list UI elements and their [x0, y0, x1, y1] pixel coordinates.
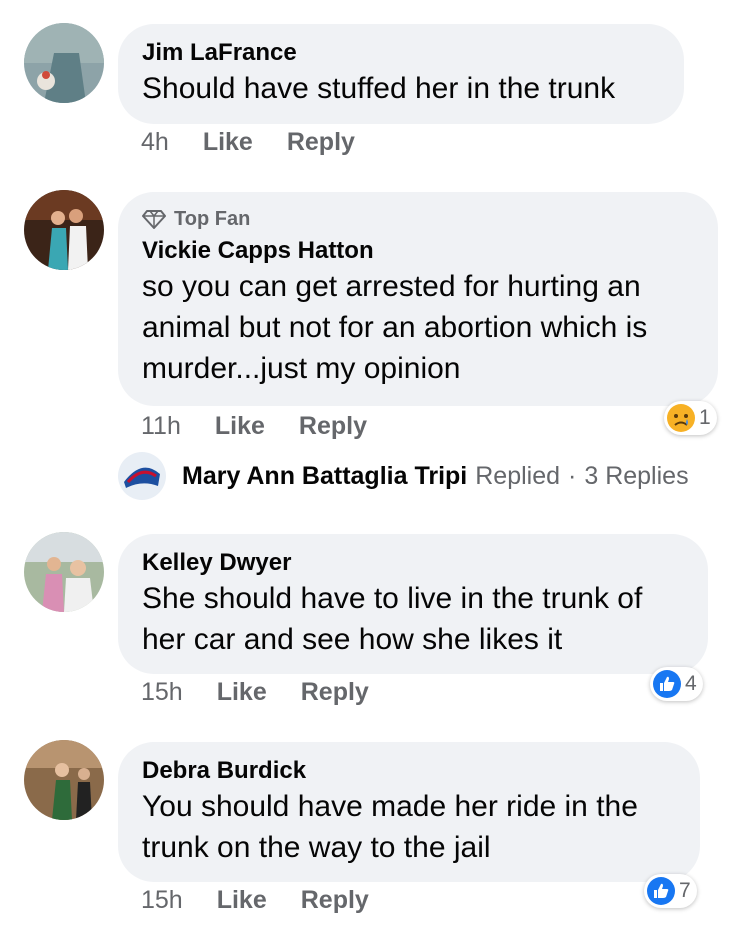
avatar-vickie-capps-hatton[interactable]: [24, 190, 104, 270]
comment-bubble: Kelley Dwyer She should have to live in …: [118, 534, 708, 674]
avatar-debra-burdick[interactable]: [24, 740, 104, 820]
comment-actions: 15h Like Reply: [141, 678, 403, 707]
comment-text-line: murder...just my opinion: [142, 352, 461, 385]
comment-author[interactable]: Jim LaFrance: [142, 38, 660, 68]
avatar-mary-ann-battaglia-tripi: [118, 452, 166, 500]
comment-actions: 4h Like Reply: [141, 128, 389, 157]
comment-actions: 15h Like Reply: [141, 886, 403, 915]
comment-author[interactable]: Vickie Capps Hatton: [142, 236, 694, 266]
comment-text-line: You should have made her ride in the: [142, 790, 638, 823]
thumbs-up-icon: [652, 669, 682, 699]
like-button[interactable]: Like: [215, 412, 265, 441]
diamond-icon: [142, 210, 166, 229]
replies-count[interactable]: 3 Replies: [584, 462, 688, 491]
avatar-jim-lafrance[interactable]: [24, 23, 104, 103]
comment-text-line: her car and see how she likes it: [142, 623, 563, 656]
reaction-count: 1: [699, 406, 711, 429]
thumbs-up-icon: [646, 876, 676, 906]
reply-author[interactable]: Mary Ann Battaglia Tripi: [182, 462, 467, 491]
comment-text-line: so you can get arrested for hurting an: [142, 270, 641, 303]
comment-timestamp[interactable]: 15h: [141, 678, 183, 707]
like-button[interactable]: Like: [217, 886, 267, 915]
avatar-kelley-dwyer[interactable]: [24, 532, 104, 612]
comment-bubble: Debra Burdick You should have made her r…: [118, 742, 700, 882]
replied-label: Replied: [475, 461, 561, 490]
reaction-summary[interactable]: 4: [650, 667, 703, 701]
comment-author[interactable]: Kelley Dwyer: [142, 548, 684, 578]
comment-text-line: Should have stuffed her in the trunk: [142, 72, 616, 105]
reply-button[interactable]: Reply: [287, 128, 355, 157]
reaction-summary[interactable]: 7: [644, 874, 697, 908]
comment-text-line: animal but not for an abortion which is: [142, 311, 648, 344]
comment-text-line: trunk on the way to the jail: [142, 831, 491, 864]
comment-actions: 11h Like Reply: [141, 412, 401, 441]
comment-timestamp[interactable]: 4h: [141, 128, 169, 157]
comment-text-line: She should have to live in the trunk of: [142, 582, 643, 615]
reply-button[interactable]: Reply: [299, 412, 367, 441]
sad-emoji-icon: [666, 403, 696, 433]
comment-author[interactable]: Debra Burdick: [142, 756, 676, 786]
separator-dot: ·: [568, 461, 577, 490]
reply-button[interactable]: Reply: [301, 886, 369, 915]
comment-timestamp[interactable]: 11h: [141, 412, 181, 441]
like-button[interactable]: Like: [217, 678, 267, 707]
replies-summary[interactable]: Mary Ann Battaglia Tripi Replied · 3 Rep…: [118, 452, 689, 500]
reaction-summary[interactable]: 1: [664, 401, 717, 435]
comment-bubble: Top Fan Vickie Capps Hatton so you can g…: [118, 192, 718, 406]
reaction-count: 4: [685, 672, 697, 695]
top-fan-label: Top Fan: [174, 207, 251, 230]
like-button[interactable]: Like: [203, 128, 253, 157]
comment-timestamp[interactable]: 15h: [141, 886, 183, 915]
top-fan-badge: Top Fan: [142, 206, 694, 232]
reaction-count: 7: [679, 879, 691, 902]
reply-button[interactable]: Reply: [301, 678, 369, 707]
comment-bubble: Jim LaFrance Should have stuffed her in …: [118, 24, 684, 124]
